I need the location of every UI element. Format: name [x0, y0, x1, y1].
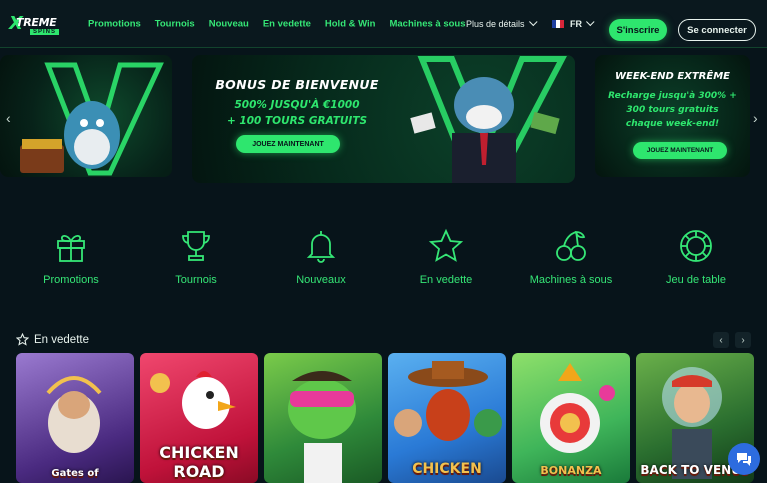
- game-card-chicken-western[interactable]: CHICKEN: [388, 353, 506, 483]
- game-title: CHICKEN ROAD: [159, 443, 239, 481]
- logo-text-bottom: SPINS: [30, 29, 60, 35]
- gift-icon: [57, 234, 85, 262]
- banner-weekend-line2: 300 tours gratuits: [626, 105, 719, 115]
- signup-button[interactable]: S'inscrire: [609, 19, 667, 41]
- banner-weekend-line1: Recharge jusqu'à 300% +: [608, 91, 737, 101]
- nav-item-nouveau[interactable]: Nouveau: [209, 19, 249, 30]
- promo-banner-welcome-bonus[interactable]: BONUS DE BIENVENUE 500% JUSQU'À €1000 + …: [192, 55, 575, 183]
- logo-text-top: TREME: [16, 16, 57, 29]
- category-label: Machines à sous: [529, 274, 613, 286]
- france-flag-icon: [552, 20, 564, 28]
- game-card-frog[interactable]: [264, 353, 382, 483]
- category-label: Promotions: [43, 274, 99, 286]
- nav-item-promotions[interactable]: Promotions: [88, 19, 141, 30]
- chat-icon: [737, 453, 751, 466]
- category-tournois[interactable]: Tournois: [136, 228, 256, 286]
- language-label: FR: [570, 19, 582, 29]
- star-icon: [428, 228, 464, 262]
- featured-games-row: Gates of CHICKEN ROAD CHICKEN BONANZA BA…: [16, 353, 767, 483]
- banner-title: BONUS DE BIENVENUE: [215, 77, 379, 92]
- game-card-bonanza[interactable]: BONANZA: [512, 353, 630, 483]
- nav-item-hold-win[interactable]: Hold & Win: [325, 19, 376, 30]
- game-card-gates-of-olympus[interactable]: Gates of: [16, 353, 134, 483]
- game-title: Gates of: [51, 468, 99, 479]
- game-title: BONANZA: [540, 464, 602, 477]
- nav-item-en-vedette[interactable]: En vedette: [263, 19, 311, 30]
- banner-weekend-title: WEEK-END EXTRÊME: [614, 71, 730, 82]
- chevron-down-icon: [528, 17, 538, 27]
- trophy-icon: [182, 231, 210, 261]
- chip-icon: [680, 230, 712, 262]
- carousel-next-arrow[interactable]: ›: [753, 110, 758, 126]
- zeus-illustration: [46, 376, 102, 453]
- language-selector[interactable]: FR: [552, 17, 595, 29]
- frog-illustration: [288, 371, 356, 483]
- banner-offer-line1: 500% JUSQU'À €1000: [234, 99, 360, 111]
- category-machines-a-sous[interactable]: Machines à sous: [511, 228, 631, 286]
- carousel-prev-arrow[interactable]: ‹: [6, 110, 11, 126]
- featured-section-title: En vedette: [34, 333, 89, 346]
- game-card-chicken-road[interactable]: CHICKEN ROAD: [140, 353, 258, 483]
- category-label: Jeu de table: [666, 274, 726, 286]
- shark-mascot-illustration: [20, 62, 164, 176]
- game-title: CHICKEN: [412, 461, 482, 477]
- login-button[interactable]: Se connecter: [678, 19, 756, 41]
- category-jeu-de-table[interactable]: Jeu de table: [636, 228, 756, 286]
- featured-prev-button[interactable]: ‹: [713, 332, 729, 348]
- nav-item-machines-a-sous[interactable]: Machines à sous: [389, 19, 465, 30]
- promo-banner-left[interactable]: [0, 55, 172, 177]
- banner-play-now-button[interactable]: JOUEZ MAINTENANT: [236, 135, 340, 153]
- category-label: En vedette: [419, 274, 473, 286]
- promo-banner-weekend[interactable]: WEEK-END EXTRÊME Recharge jusqu'à 300% +…: [595, 55, 750, 177]
- category-en-vedette[interactable]: En vedette: [386, 228, 506, 286]
- category-nouveaux[interactable]: Nouveaux: [261, 228, 381, 286]
- live-chat-button[interactable]: [728, 443, 760, 475]
- bell-icon: [306, 231, 336, 263]
- shark-businessman-illustration: [410, 56, 567, 183]
- banner-weekend-line3: chaque week-end!: [625, 119, 720, 129]
- more-details-dropdown[interactable]: Plus de détails: [466, 17, 538, 29]
- cherry-icon: [556, 231, 586, 261]
- top-navigation-bar: X TREME SPINS Promotions Tournois Nouvea…: [0, 0, 767, 48]
- main-nav: Promotions Tournois Nouveau En vedette H…: [88, 19, 466, 30]
- banner-offer-line2: + 100 TOURS GRATUITS: [226, 115, 368, 127]
- more-details-label: Plus de détails: [466, 19, 525, 29]
- category-promotions[interactable]: Promotions: [11, 228, 131, 286]
- featured-section-header: En vedette: [16, 333, 89, 346]
- category-label: Nouveaux: [296, 274, 346, 286]
- chevron-down-icon: [586, 17, 595, 27]
- star-icon: [16, 333, 29, 346]
- banner-weekend-play-button[interactable]: JOUEZ MAINTENANT: [633, 142, 727, 159]
- featured-next-button[interactable]: ›: [735, 332, 751, 348]
- category-shortcuts: Promotions Tournois Nouveaux En vedette …: [0, 228, 767, 292]
- site-logo[interactable]: X TREME SPINS: [9, 13, 62, 38]
- category-label: Tournois: [175, 274, 217, 286]
- nav-item-tournois[interactable]: Tournois: [155, 19, 195, 30]
